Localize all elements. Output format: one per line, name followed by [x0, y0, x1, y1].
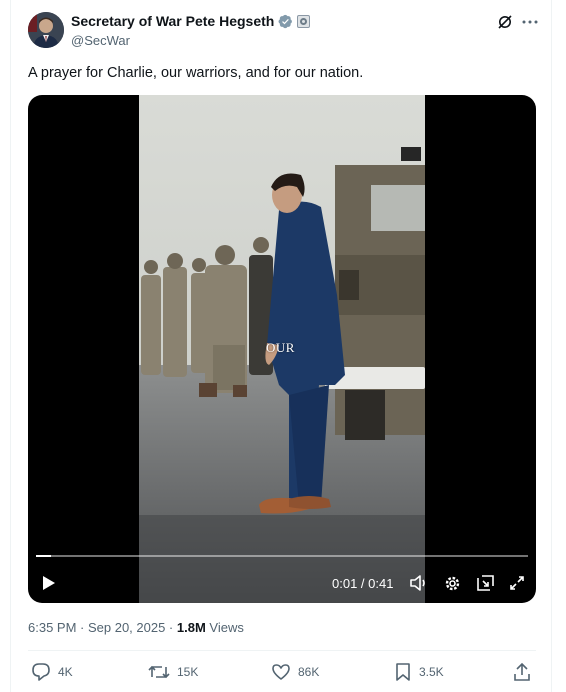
- repost-icon: [148, 665, 170, 679]
- more-options-icon[interactable]: [519, 12, 541, 32]
- volume-icon[interactable]: [408, 571, 430, 595]
- video-progress-fill: [36, 555, 51, 557]
- video-player[interactable]: OUR 0:01 / 0:41: [28, 95, 536, 603]
- bookmark-button[interactable]: 3.5K: [394, 662, 444, 682]
- video-time: 0:01 / 0:41: [332, 576, 394, 591]
- verified-badge-icon: [278, 14, 293, 28]
- picture-in-picture-icon[interactable]: [474, 571, 496, 595]
- like-button[interactable]: 86K: [271, 662, 319, 682]
- share-button[interactable]: [513, 662, 531, 682]
- settings-gear-icon[interactable]: [441, 571, 463, 595]
- author-name-row: Secretary of War Pete Hegseth: [71, 13, 311, 29]
- heart-icon: [272, 664, 290, 680]
- government-badge-icon: [297, 14, 311, 28]
- video-progress-bar[interactable]: [36, 555, 528, 557]
- avatar[interactable]: [28, 12, 64, 48]
- tweet-timestamp[interactable]: 6:35 PM · Sep 20, 2025 ·: [28, 620, 177, 635]
- grok-icon[interactable]: [495, 12, 515, 32]
- play-icon[interactable]: [38, 571, 60, 595]
- video-caption: OUR: [266, 340, 295, 355]
- reply-icon: [32, 663, 50, 681]
- bookmark-count: 3.5K: [419, 665, 444, 679]
- divider: [28, 650, 536, 651]
- views-label: Views: [205, 620, 244, 635]
- bookmark-icon: [396, 663, 410, 681]
- repost-button[interactable]: 15K: [148, 662, 198, 682]
- fullscreen-icon[interactable]: [506, 571, 528, 595]
- tweet-meta: 6:35 PM · Sep 20, 2025 · 1.8M Views: [28, 620, 244, 635]
- tweet-card: Secretary of War Pete Hegseth @SecWar A …: [10, 0, 552, 692]
- share-icon: [514, 662, 530, 681]
- tweet-text: A prayer for Charlie, our warriors, and …: [28, 65, 364, 81]
- like-count: 86K: [298, 665, 320, 679]
- view-count: 1.8M: [176, 620, 206, 635]
- reply-button[interactable]: 4K: [31, 662, 73, 682]
- author-handle[interactable]: @SecWar: [71, 33, 130, 48]
- reply-count: 4K: [58, 665, 73, 679]
- display-name[interactable]: Secretary of War Pete Hegseth: [71, 13, 274, 29]
- repost-count: 15K: [177, 665, 199, 679]
